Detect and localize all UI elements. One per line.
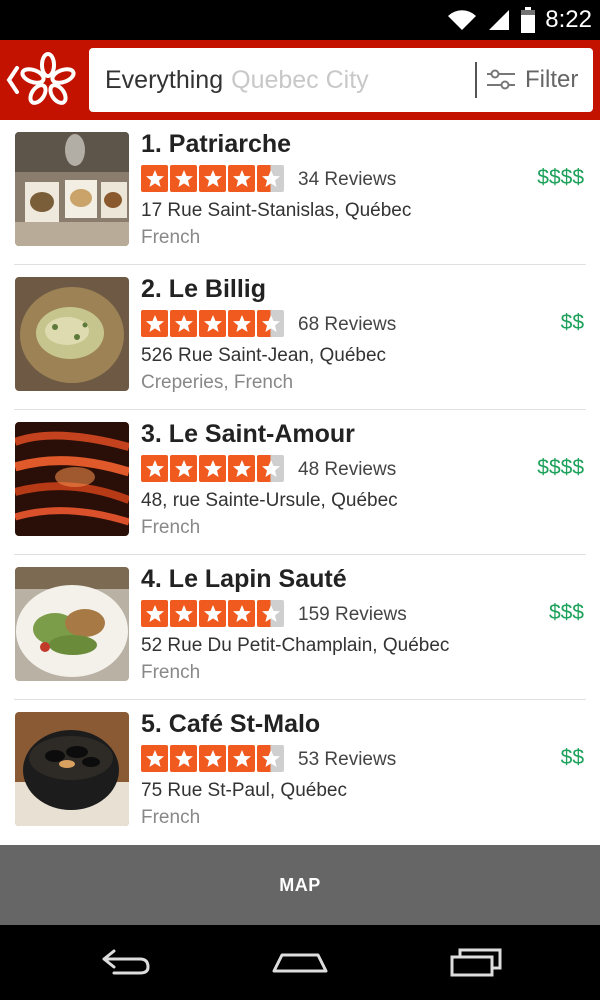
results-list[interactable]: 1. Patriarche 34 Reviews $$$$ 17 Rue Sai… xyxy=(0,120,600,845)
recent-apps-button[interactable] xyxy=(436,937,516,987)
result-row[interactable]: 1. Patriarche 34 Reviews $$$$ 17 Rue Sai… xyxy=(0,120,600,265)
result-photo[interactable] xyxy=(15,132,129,246)
result-address: 75 Rue St-Paul, Québec xyxy=(141,780,347,801)
result-row[interactable]: 4. Le Lapin Sauté 159 Reviews $$$ 52 Rue… xyxy=(0,555,600,700)
result-title[interactable]: 4. Le Lapin Sauté xyxy=(141,565,347,594)
search-query[interactable]: Everything xyxy=(105,66,223,95)
result-category: French xyxy=(141,807,201,828)
wifi-icon xyxy=(448,10,477,30)
review-count: 34 Reviews xyxy=(298,169,397,190)
back-chevron-icon xyxy=(6,66,19,94)
review-count: 68 Reviews xyxy=(298,314,397,335)
result-address: 52 Rue Du Petit-Champlain, Québec xyxy=(141,635,450,656)
home-icon xyxy=(272,953,328,973)
price-level: $$$$ xyxy=(537,456,584,479)
star-rating xyxy=(141,745,284,772)
star-icon xyxy=(141,165,168,192)
result-address: 526 Rue Saint-Jean, Québec xyxy=(141,345,387,366)
star-icon xyxy=(170,310,197,337)
half-star-icon xyxy=(257,600,284,627)
result-photo[interactable] xyxy=(15,422,129,536)
status-icons: 8:22 xyxy=(447,4,592,36)
star-rating xyxy=(141,600,284,627)
result-title[interactable]: 3. Le Saint-Amour xyxy=(141,420,355,449)
recent-apps-icon xyxy=(450,948,502,977)
result-photo[interactable] xyxy=(15,567,129,681)
star-icon xyxy=(228,165,255,192)
half-star-icon xyxy=(257,455,284,482)
search-box[interactable]: Everything Quebec City Filter xyxy=(89,48,593,112)
result-address: 17 Rue Saint-Stanislas, Québec xyxy=(141,200,412,221)
battery-icon xyxy=(521,7,536,33)
star-icon xyxy=(228,600,255,627)
yelp-burst-icon xyxy=(20,52,76,105)
back-icon xyxy=(102,949,150,975)
half-star-icon xyxy=(257,310,284,337)
result-category: French xyxy=(141,517,201,538)
home-button[interactable] xyxy=(260,937,340,987)
star-icon xyxy=(170,165,197,192)
filter-label: Filter xyxy=(525,66,579,93)
system-nav-bar xyxy=(0,925,600,1000)
star-icon xyxy=(170,600,197,627)
star-rating xyxy=(141,165,284,192)
yelp-logo-button[interactable] xyxy=(6,50,82,110)
result-row[interactable]: 2. Le Billig 68 Reviews $$ 526 Rue Saint… xyxy=(0,265,600,410)
price-level: $$$$ xyxy=(537,166,584,189)
result-title[interactable]: 2. Le Billig xyxy=(141,275,266,304)
star-icon xyxy=(199,455,226,482)
star-icon xyxy=(228,310,255,337)
star-icon xyxy=(199,600,226,627)
map-label: MAP xyxy=(279,874,321,895)
result-title[interactable]: 1. Patriarche xyxy=(141,130,291,159)
status-time: 8:22 xyxy=(545,6,592,33)
filter-button[interactable]: Filter xyxy=(487,48,591,112)
star-icon xyxy=(141,745,168,772)
review-count: 48 Reviews xyxy=(298,459,397,480)
star-icon xyxy=(199,165,226,192)
star-icon xyxy=(199,310,226,337)
half-star-icon xyxy=(257,165,284,192)
half-star-icon xyxy=(257,745,284,772)
back-button[interactable] xyxy=(84,937,164,987)
star-rating xyxy=(141,455,284,482)
star-rating xyxy=(141,310,284,337)
star-icon xyxy=(170,455,197,482)
result-photo[interactable] xyxy=(15,277,129,391)
price-level: $$ xyxy=(560,311,584,334)
price-level: $$$ xyxy=(548,601,584,624)
star-icon xyxy=(141,310,168,337)
result-row[interactable]: 5. Café St-Malo 53 Reviews $$ 75 Rue St-… xyxy=(0,700,600,845)
result-category: French xyxy=(141,662,201,683)
status-bar: 8:22 xyxy=(0,0,600,40)
result-address: 48, rue Sainte-Ursule, Québec xyxy=(141,490,398,511)
signal-icon xyxy=(489,10,510,30)
result-photo[interactable] xyxy=(15,712,129,826)
review-count: 159 Reviews xyxy=(298,604,407,625)
app-bar: Everything Quebec City Filter xyxy=(0,40,600,120)
result-row[interactable]: 3. Le Saint-Amour 48 Reviews $$$$ 48, ru… xyxy=(0,410,600,555)
star-icon xyxy=(141,600,168,627)
star-icon xyxy=(228,745,255,772)
star-icon xyxy=(199,745,226,772)
map-button[interactable]: MAP xyxy=(0,845,600,925)
price-level: $$ xyxy=(560,746,584,769)
result-category: Creperies, French xyxy=(141,372,294,393)
result-title[interactable]: 5. Café St-Malo xyxy=(141,710,320,739)
location-input[interactable]: Quebec City xyxy=(231,66,369,95)
star-icon xyxy=(228,455,255,482)
review-count: 53 Reviews xyxy=(298,749,397,770)
filter-sliders-icon xyxy=(487,69,515,90)
star-icon xyxy=(170,745,197,772)
result-category: French xyxy=(141,227,201,248)
star-icon xyxy=(141,455,168,482)
search-divider xyxy=(475,62,477,98)
